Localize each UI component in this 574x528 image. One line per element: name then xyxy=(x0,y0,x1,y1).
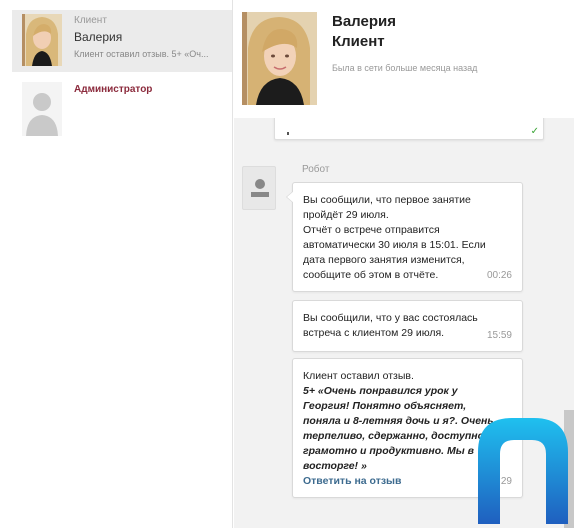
message-time: 00:26 xyxy=(486,270,512,281)
message-text: дата первого занятия изменится, xyxy=(303,254,465,266)
contact-item-valeria[interactable]: Клиент Валерия Клиент оставил отзыв. 5+ … xyxy=(12,10,232,72)
last-seen-status: Была в сети больше месяца назад xyxy=(332,63,478,73)
message-text: пройдёт 29 июля. xyxy=(303,209,389,221)
contacts-sidebar: Клиент Валерия Клиент оставил отзыв. 5+ … xyxy=(0,0,233,528)
sender-name: Робот xyxy=(302,164,330,175)
review-quote: 5+ «Очень понравился урок у xyxy=(303,385,458,397)
message-text: сообщите об этом в отчёте. xyxy=(303,269,439,281)
read-check-icon: ✓ xyxy=(530,126,539,137)
message-time: 15:59 xyxy=(486,330,512,341)
review-quote: Георгия! Понятно объясняет, xyxy=(303,400,467,412)
robot-avatar-icon xyxy=(242,166,276,210)
brand-logo-icon xyxy=(478,418,568,524)
message-text: Вы сообщили, что у вас состоялась xyxy=(303,312,478,324)
default-avatar-icon xyxy=(22,82,62,136)
contact-role: Клиент xyxy=(74,15,107,26)
message-text: автоматически 30 июля в 15:01. Если xyxy=(303,239,486,251)
message-bubble: Вы сообщили, что первое занятие пройдёт … xyxy=(286,182,523,292)
contact-preview: Клиент оставил отзыв. 5+ «Оч... xyxy=(74,49,209,59)
message-text: Вы сообщили, что первое занятие xyxy=(303,194,471,206)
contact-name: Валерия xyxy=(74,30,123,44)
contact-role: Клиент xyxy=(332,33,385,50)
contact-title: Валерия Клиент xyxy=(332,12,396,52)
contact-name: Администратор xyxy=(74,84,153,95)
avatar xyxy=(22,14,62,66)
text-fragment xyxy=(287,132,289,135)
chat-header: Валерия Клиент Была в сети больше месяца… xyxy=(234,0,574,118)
contact-name: Валерия xyxy=(332,13,396,30)
message-bubble: Вы сообщили, что у вас состоялась встреч… xyxy=(292,300,523,352)
message-text: встреча с клиентом 29 июля. xyxy=(303,327,445,339)
contact-item-administrator[interactable]: Администратор xyxy=(12,80,232,140)
previous-message-bubble: ✓ xyxy=(274,118,544,140)
message-text: Клиент оставил отзыв. xyxy=(303,370,414,382)
message-text: Отчёт о встрече отправится xyxy=(303,224,440,236)
avatar[interactable] xyxy=(242,12,317,105)
